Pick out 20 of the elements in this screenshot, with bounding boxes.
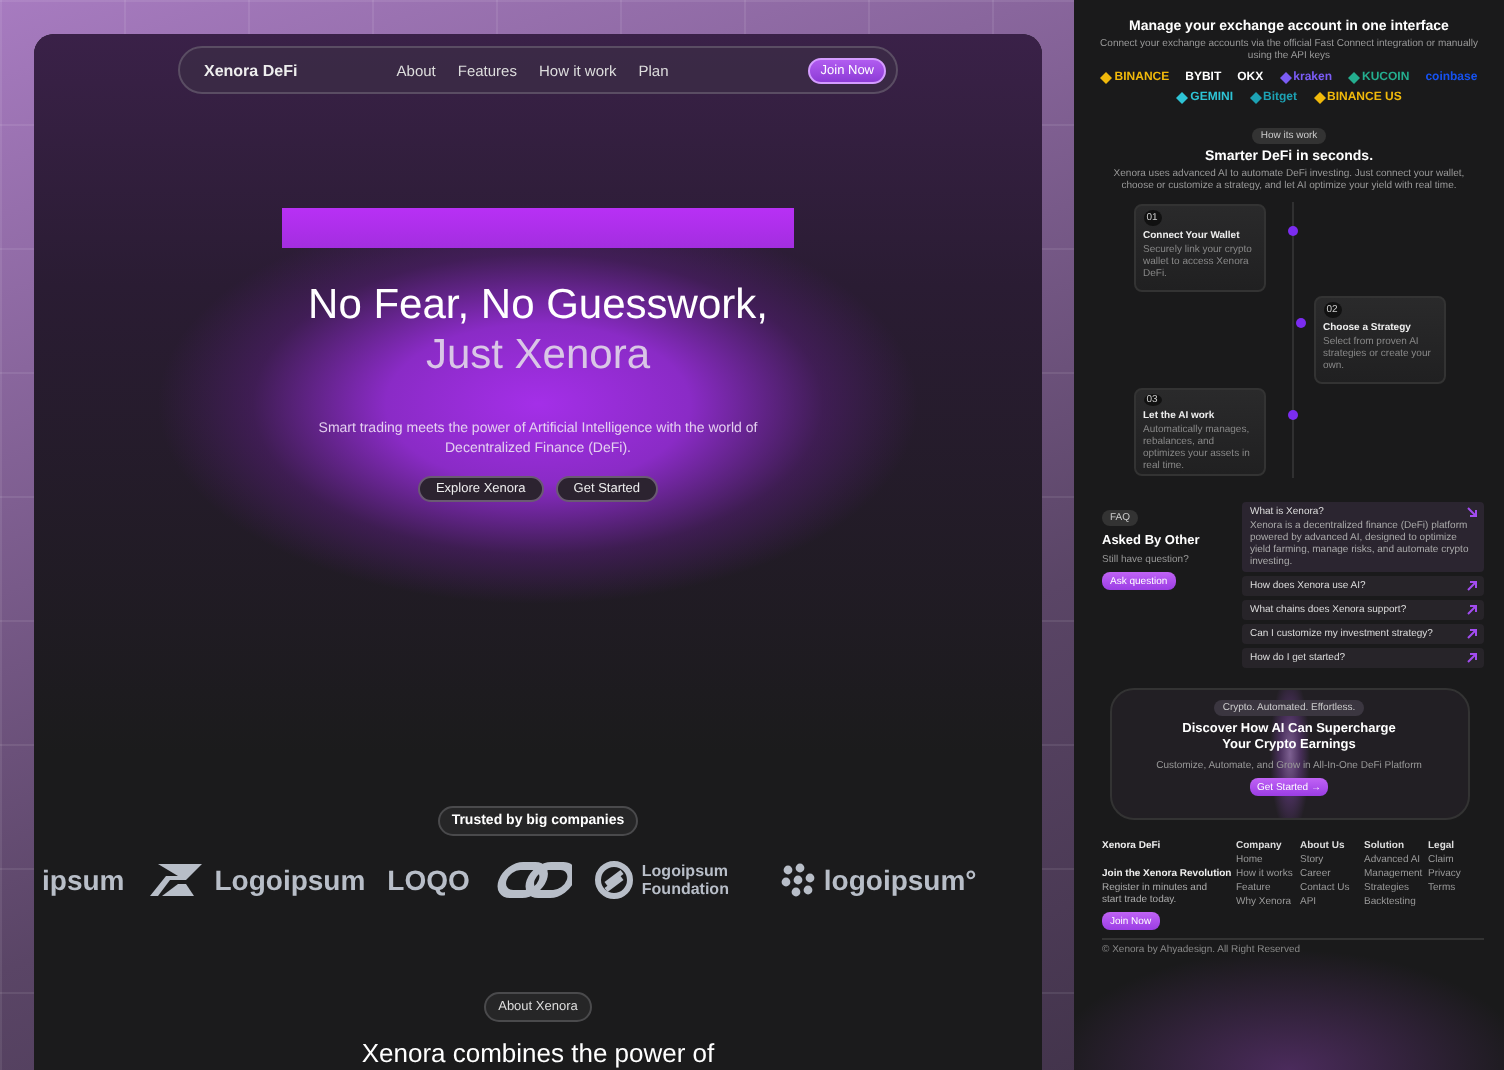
arrow-down-right-icon [1466, 506, 1478, 518]
ring-logo-icon [593, 860, 634, 900]
timeline-dot [1295, 318, 1305, 328]
company-logo-text: LOQO [387, 864, 470, 896]
section-heading: Xenora combines the power of [361, 1038, 715, 1068]
arrows-logo-icon [146, 860, 207, 900]
arrow-up-right-icon [1466, 628, 1478, 640]
arrow-up-right-icon [1466, 652, 1478, 664]
company-logo-text: Logoipsum [214, 864, 366, 896]
dots-logo-icon [779, 862, 816, 898]
arrow-up-right-icon [1466, 604, 1478, 616]
arrow-up-right-icon [1466, 580, 1478, 592]
company-logo-text: ipsum [42, 864, 125, 896]
timeline-dot [1287, 410, 1297, 420]
hero-title: No Fear, No Guesswork, [308, 280, 768, 330]
company-logo-text: Logoipsum Foundation [641, 862, 731, 898]
hero-title: Just Xenora [425, 330, 651, 380]
brand-name[interactable]: Xenora DeFi [204, 61, 298, 79]
timeline-dot [1287, 226, 1297, 236]
company-logo-text: logoipsum° [823, 864, 977, 896]
